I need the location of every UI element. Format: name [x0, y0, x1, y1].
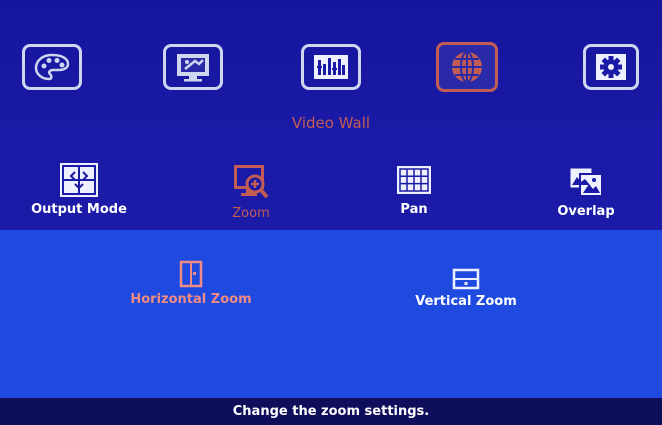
option-vertical-zoom[interactable]: Vertical Zoom [376, 268, 556, 309]
submenu-label: Overlap [557, 204, 615, 219]
zoom-icon [234, 165, 269, 199]
pan-grid-icon [397, 166, 431, 194]
tab-settings[interactable] [583, 44, 639, 90]
option-label: Vertical Zoom [415, 294, 517, 309]
palette-icon [34, 53, 70, 81]
submenu-zoom[interactable]: Zoom [191, 162, 311, 221]
section-title: Video Wall [291, 114, 371, 132]
output-mode-icon [60, 163, 98, 197]
tab-equalizer[interactable] [301, 44, 361, 90]
zoom-options-panel [0, 230, 662, 398]
tab-display-settings[interactable] [163, 44, 223, 90]
gear-icon [596, 54, 626, 80]
submenu-output-mode[interactable]: Output Mode [19, 162, 139, 217]
horizontal-zoom-icon [179, 260, 203, 288]
display-settings-icon [177, 54, 209, 82]
tab-video-wall[interactable] [436, 42, 498, 92]
submenu-pan[interactable]: Pan [354, 162, 474, 217]
submenu-label: Output Mode [31, 202, 127, 217]
status-bar: Change the zoom settings. [0, 398, 662, 425]
option-label: Horizontal Zoom [130, 292, 252, 307]
submenu-overlap[interactable]: Overlap [526, 162, 646, 219]
overlap-icon [569, 167, 603, 197]
globe-icon [452, 51, 482, 83]
submenu-label: Zoom [232, 206, 270, 221]
tab-palette[interactable] [22, 44, 82, 90]
equalizer-icon [314, 55, 348, 79]
vertical-zoom-icon [452, 268, 480, 290]
option-horizontal-zoom[interactable]: Horizontal Zoom [101, 260, 281, 307]
submenu-label: Pan [400, 202, 428, 217]
